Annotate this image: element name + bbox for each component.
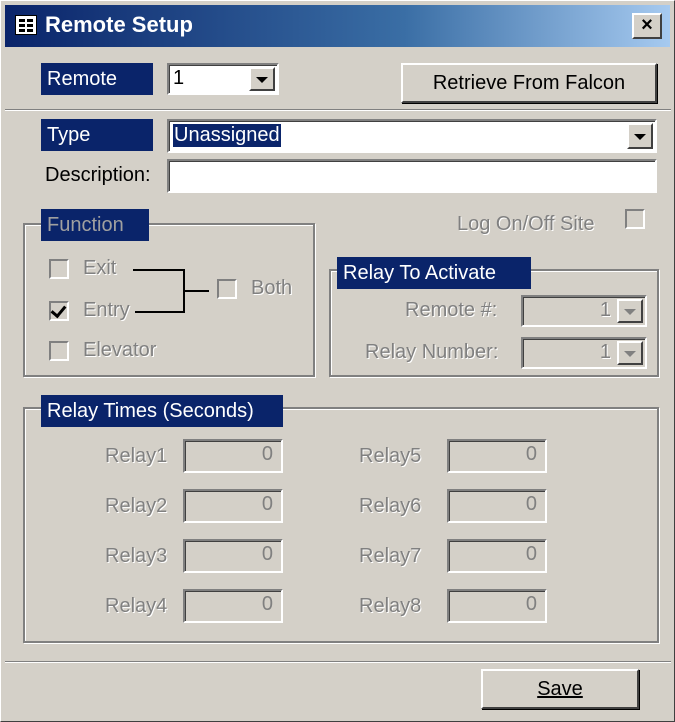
entry-checkbox[interactable] — [49, 301, 69, 321]
chevron-down-icon[interactable] — [617, 299, 643, 323]
type-select-value: Unassigned — [173, 124, 281, 147]
chevron-down-icon[interactable] — [617, 341, 643, 365]
relay-number-label: Relay Number: — [365, 341, 499, 363]
description-label: Description: — [45, 164, 151, 186]
relay3-label: Relay3 — [105, 545, 168, 567]
relay-number-value: 1 — [599, 341, 611, 363]
relay2-field[interactable]: 0 — [183, 489, 283, 523]
connector-line — [183, 290, 209, 292]
save-button-label: Save — [537, 678, 583, 700]
relay4-value: 0 — [261, 593, 273, 615]
elevator-label: Elevator — [83, 339, 157, 361]
remote-number-label: Remote #: — [405, 299, 498, 321]
relay6-label: Relay6 — [359, 495, 422, 517]
save-button[interactable]: Save — [481, 669, 639, 709]
remote-number-select[interactable]: 1 — [521, 295, 647, 327]
relay8-field[interactable]: 0 — [447, 589, 547, 623]
relay4-label: Relay4 — [105, 595, 168, 617]
log-on-off-label: Log On/Off Site — [457, 213, 595, 235]
relay7-label: Relay7 — [359, 545, 422, 567]
log-on-off-checkbox[interactable] — [625, 209, 645, 229]
both-label: Both — [251, 277, 293, 299]
relay1-label: Relay1 — [105, 445, 168, 467]
remote-label: Remote — [41, 63, 153, 95]
relay5-field[interactable]: 0 — [447, 439, 547, 473]
relay4-field[interactable]: 0 — [183, 589, 283, 623]
relay2-value: 0 — [261, 493, 273, 515]
relay1-value: 0 — [261, 443, 273, 465]
relay8-value: 0 — [525, 593, 537, 615]
exit-checkbox[interactable] — [49, 259, 69, 279]
relay-number-select[interactable]: 1 — [521, 337, 647, 369]
footer-divider — [5, 661, 671, 663]
type-label: Type — [41, 119, 153, 151]
connector-line — [135, 311, 183, 313]
remote-select-value: 1 — [173, 67, 185, 89]
entry-label: Entry — [83, 299, 130, 321]
relay1-field[interactable]: 0 — [183, 439, 283, 473]
type-select[interactable]: Unassigned — [167, 119, 657, 153]
window-title: Remote Setup — [45, 12, 193, 37]
relay7-field[interactable]: 0 — [447, 539, 547, 573]
form-icon — [15, 15, 37, 35]
both-checkbox[interactable] — [217, 279, 237, 299]
relay7-value: 0 — [525, 543, 537, 565]
divider — [5, 109, 671, 111]
retrieve-from-falcon-button[interactable]: Retrieve From Falcon — [401, 63, 657, 103]
relay-times-legend: Relay Times (Seconds) — [41, 395, 283, 427]
relay5-label: Relay5 — [359, 445, 422, 467]
chevron-down-icon[interactable] — [627, 123, 653, 149]
chevron-down-icon[interactable] — [249, 67, 275, 91]
relay5-value: 0 — [525, 443, 537, 465]
relay2-label: Relay2 — [105, 495, 168, 517]
relay6-field[interactable]: 0 — [447, 489, 547, 523]
remote-setup-window: Remote Setup × Remote 1 Retrieve From Fa… — [0, 0, 675, 722]
function-legend: Function — [41, 209, 149, 241]
elevator-checkbox[interactable] — [49, 341, 69, 361]
close-button[interactable]: × — [632, 13, 662, 39]
title-bar[interactable]: Remote Setup × — [5, 5, 670, 47]
relay8-label: Relay8 — [359, 595, 422, 617]
relay3-field[interactable]: 0 — [183, 539, 283, 573]
close-icon: × — [641, 14, 653, 36]
description-field[interactable] — [167, 159, 657, 193]
remote-select[interactable]: 1 — [167, 63, 279, 95]
relay-to-activate-legend: Relay To Activate — [337, 257, 531, 289]
relay6-value: 0 — [525, 493, 537, 515]
connector-line — [133, 269, 183, 271]
exit-label: Exit — [83, 257, 117, 279]
remote-number-value: 1 — [599, 299, 611, 321]
relay3-value: 0 — [261, 543, 273, 565]
